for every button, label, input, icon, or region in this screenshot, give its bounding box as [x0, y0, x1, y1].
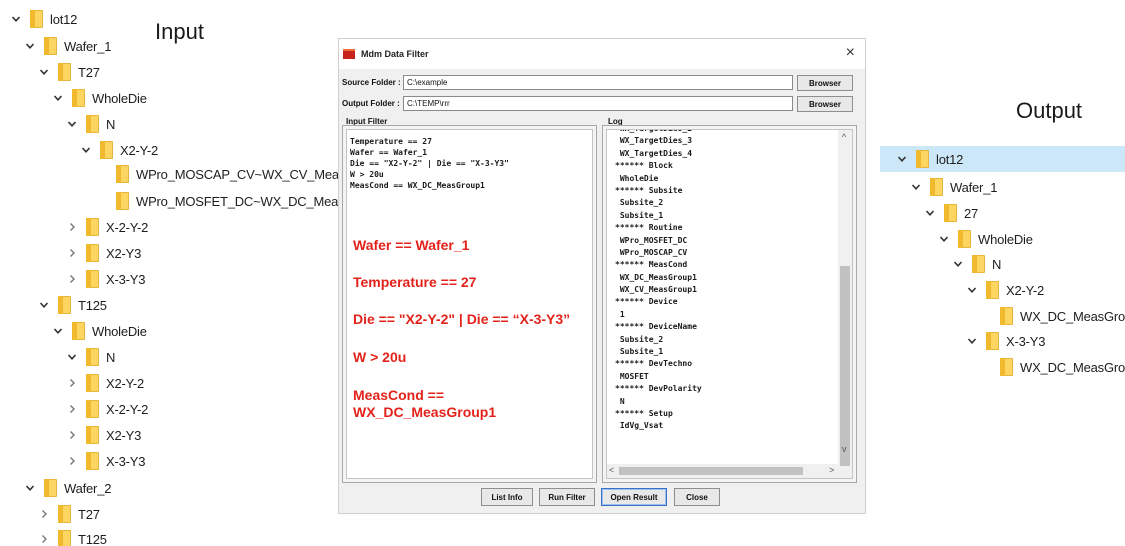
- log-line: WX_TargetDies_3: [615, 136, 693, 146]
- log-line: ****** DevTechno: [615, 359, 693, 369]
- tree-item-x-3-y3[interactable]: X-3-Y3: [966, 330, 1045, 352]
- log-line: ****** Subsite: [615, 185, 683, 195]
- folder-icon: [1000, 358, 1013, 376]
- tree-item-label: WholeDie: [978, 231, 1033, 247]
- log-line: ****** DeviceName: [615, 322, 697, 332]
- filter-annotation: MeasCond ==: [353, 387, 445, 403]
- filter-annotation: Die == "X2-Y-2" | Die == “X-3-Y3”: [353, 311, 571, 327]
- log-line: ****** DevPolarity: [615, 384, 702, 394]
- source-folder-input[interactable]: C:\example: [403, 75, 793, 90]
- chevron-down-icon[interactable]: [952, 258, 964, 270]
- list-info-button[interactable]: List Info: [481, 488, 533, 506]
- filter-line: Wafer == Wafer_1: [350, 148, 428, 157]
- source-folder-label: Source Folder :: [342, 78, 401, 87]
- folder-icon: [916, 150, 929, 168]
- dialog-title: Mdm Data Filter: [361, 49, 429, 59]
- folder-icon: [986, 281, 999, 299]
- chevron-down-icon[interactable]: [910, 181, 922, 193]
- folder-icon: [930, 178, 943, 196]
- log-line: WPro_MOSCAP_CV: [615, 247, 688, 257]
- log-line: ****** Device: [615, 297, 678, 307]
- tree-item-wx-dc-measgroup1[interactable]: WX_DC_MeasGroup1: [980, 305, 1125, 327]
- log-line: Subsite_1: [615, 210, 664, 220]
- chevron-down-icon[interactable]: [966, 335, 978, 347]
- folder-icon: [986, 332, 999, 350]
- filter-line: MeasCond == WX_DC_MeasGroup1: [350, 181, 485, 190]
- tree-item-label: X2-Y-2: [1006, 282, 1045, 298]
- tree-item-label: N: [992, 256, 1002, 272]
- log-line: WX_CV_MeasGroup1: [615, 285, 697, 295]
- tree-item-label: Wafer_1: [950, 179, 998, 195]
- tree-item-wx-dc-measgroup1[interactable]: WX_DC_MeasGroup1: [980, 356, 1125, 378]
- tree-item-n[interactable]: N: [952, 253, 1001, 275]
- scroll-right-arrow[interactable]: >: [829, 465, 834, 475]
- filter-annotation: WX_DC_MeasGroup1: [353, 404, 497, 420]
- mdm-data-filter-dialog: Mdm Data Filter × Source Folder : C:\exa…: [338, 38, 866, 514]
- folder-icon: [958, 230, 971, 248]
- close-icon[interactable]: ×: [846, 45, 855, 61]
- tree-item-label: lot12: [936, 151, 964, 167]
- tree-item-label: WX_DC_MeasGroup1: [1020, 308, 1125, 324]
- log-horizontal-scrollbar[interactable]: < >: [607, 464, 840, 478]
- folder-icon: [972, 255, 985, 273]
- scroll-up-arrow[interactable]: ^: [842, 132, 846, 142]
- source-browser-button[interactable]: Browser: [797, 75, 853, 91]
- log-line: Subsite_1: [615, 347, 664, 357]
- log-line: 1: [615, 309, 625, 319]
- output-folder-input[interactable]: C:\TEMP\rrr: [403, 96, 793, 111]
- log-line: Subsite_2: [615, 198, 664, 208]
- filter-line: Die == "X2-Y-2" | Die == "X-3-Y3": [350, 159, 509, 168]
- log-vertical-scrollbar[interactable]: ^ v: [838, 130, 852, 478]
- app-icon: [343, 49, 355, 59]
- tree-item-27[interactable]: 27: [924, 202, 978, 224]
- folder-icon: [944, 204, 957, 222]
- log-line: Subsite_2: [615, 334, 664, 344]
- tree-item-label: 27: [964, 205, 979, 221]
- chevron-down-icon[interactable]: [966, 284, 978, 296]
- log-panel: WX_TargetDies_2 WX_TargetDies_3 WX_Targe…: [602, 125, 857, 483]
- folder-icon: [1000, 307, 1013, 325]
- filter-annotation: Wafer == Wafer_1: [353, 237, 470, 253]
- log-line: ****** MeasCond: [615, 260, 688, 270]
- log-textarea[interactable]: WX_TargetDies_2 WX_TargetDies_3 WX_Targe…: [606, 129, 853, 479]
- tree-item-x2-y-2[interactable]: X2-Y-2: [966, 279, 1044, 301]
- chevron-down-icon[interactable]: [938, 233, 950, 245]
- log-line: WX_DC_MeasGroup1: [615, 272, 697, 282]
- input-filter-panel: Temperature == 27 Wafer == Wafer_1 Die == …: [342, 125, 597, 483]
- open-result-button[interactable]: Open Result: [601, 488, 667, 506]
- close-button[interactable]: Close: [674, 488, 720, 506]
- log-line: WholeDie: [615, 173, 659, 183]
- log-line: WX_TargetDies_4: [615, 148, 693, 158]
- input-filter-textarea[interactable]: Temperature == 27 Wafer == Wafer_1 Die == …: [346, 129, 593, 479]
- log-line: WPro_MOSFET_DC: [615, 235, 688, 245]
- filter-line: W > 20u: [350, 170, 384, 179]
- output-folder-label: Output Folder :: [342, 99, 400, 108]
- filter-annotation: W > 20u: [353, 349, 407, 365]
- log-horizontal-thumb[interactable]: [619, 467, 803, 475]
- scroll-down-arrow[interactable]: v: [842, 444, 847, 454]
- title-bar: Mdm Data Filter ×: [339, 39, 865, 69]
- chevron-down-icon[interactable]: [896, 153, 908, 165]
- tree-item-wholedie[interactable]: WholeDie: [938, 228, 1033, 250]
- log-line: ****** Routine: [615, 223, 683, 233]
- log-line: MOSFET: [615, 371, 649, 381]
- log-vertical-thumb[interactable]: [840, 266, 850, 466]
- tree-item-label: WX_DC_MeasGroup1: [1020, 359, 1125, 375]
- log-line: ****** Block: [615, 161, 673, 171]
- log-line: IdVg_Vsat: [615, 421, 664, 431]
- output-browser-button[interactable]: Browser: [797, 96, 853, 112]
- chevron-down-icon[interactable]: [924, 207, 936, 219]
- tree-item-label: X-3-Y3: [1006, 333, 1046, 349]
- tree-item-lot12[interactable]: lot12: [896, 148, 963, 170]
- tree-item-wafer-1[interactable]: Wafer_1: [910, 176, 997, 198]
- filter-annotation: Temperature == 27: [353, 274, 477, 290]
- log-line: N: [615, 396, 625, 406]
- scroll-left-arrow[interactable]: <: [609, 465, 614, 475]
- filter-line: Temperature == 27: [350, 137, 432, 146]
- log-line: ****** Setup: [615, 408, 673, 418]
- run-filter-button[interactable]: Run Filter: [539, 488, 595, 506]
